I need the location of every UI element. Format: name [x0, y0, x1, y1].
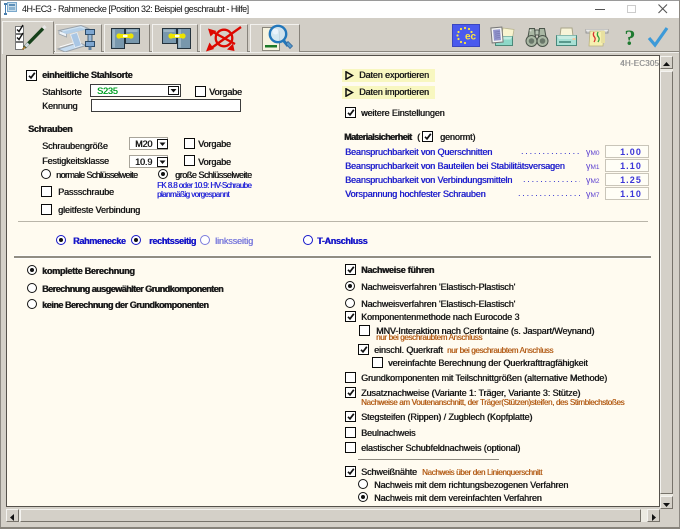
svg-text:ec: ec — [465, 32, 477, 43]
